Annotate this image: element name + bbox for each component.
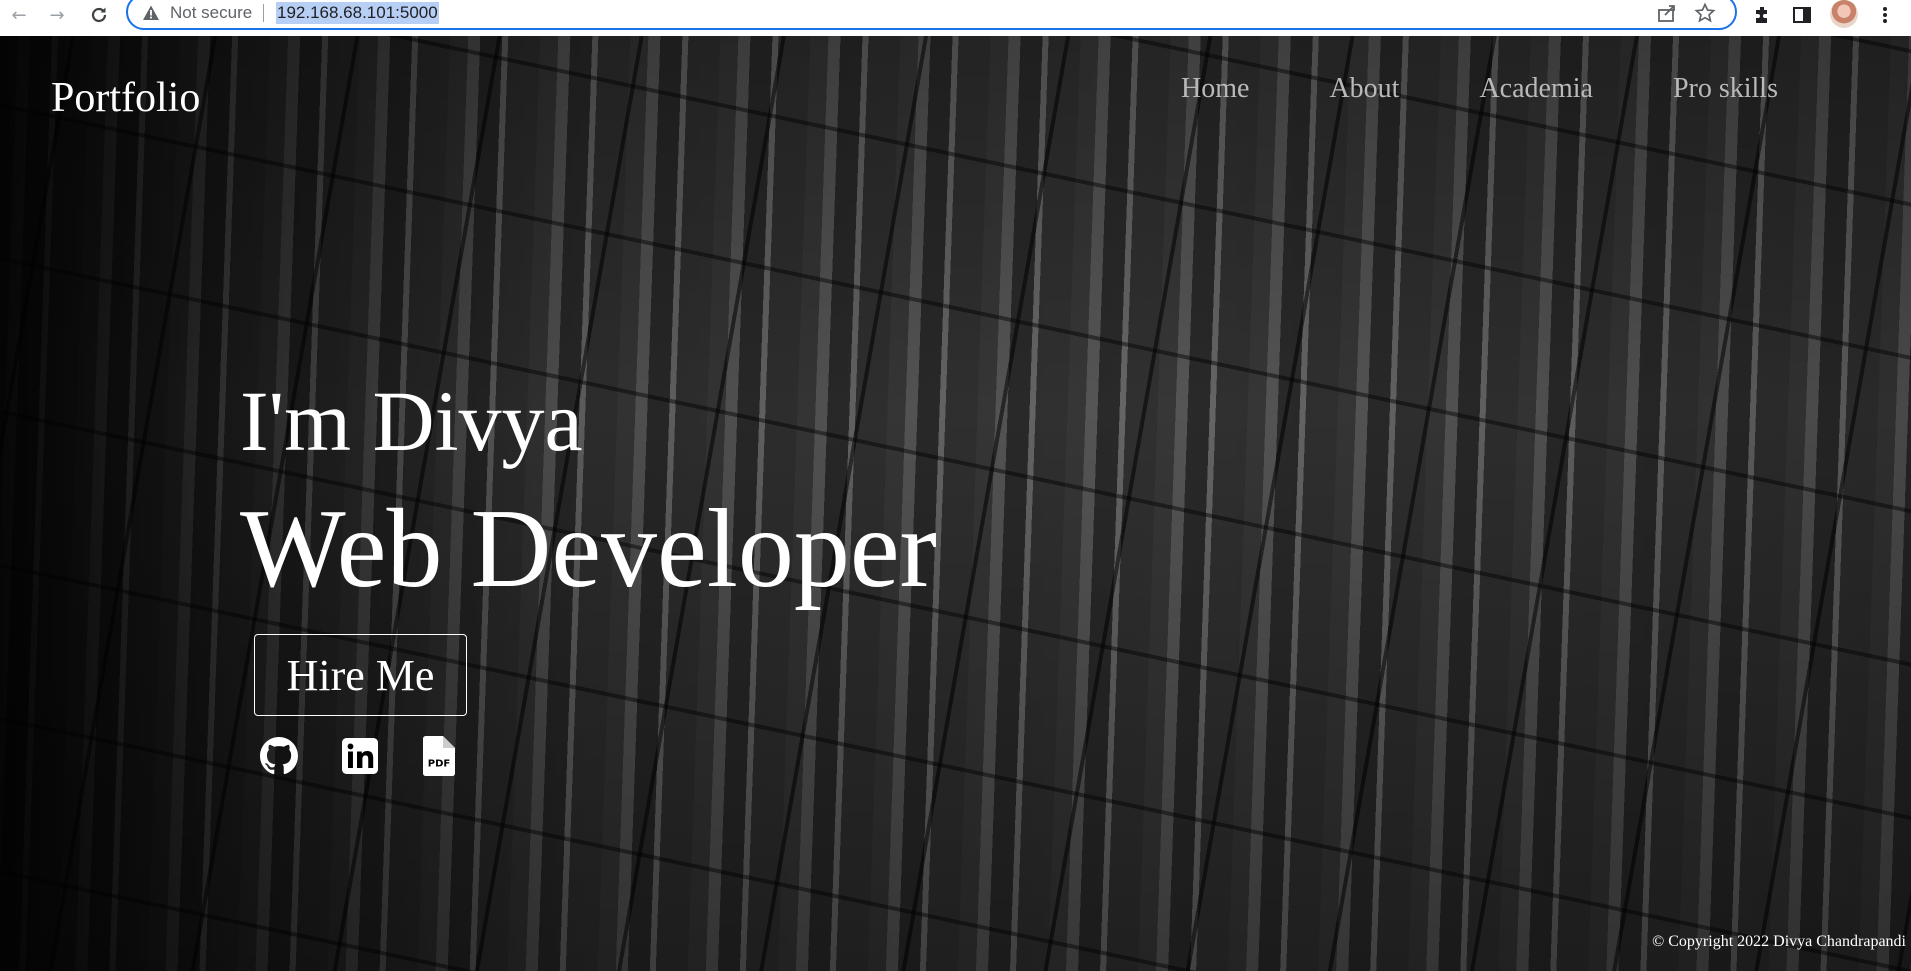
star-icon[interactable] bbox=[1694, 2, 1716, 24]
site-brand[interactable]: Portfolio bbox=[51, 74, 200, 122]
linkedin-icon[interactable] bbox=[339, 735, 381, 777]
browser-toolbar: ← → Not secure 192.168.68.101:5000 bbox=[0, 0, 1911, 36]
menu-icon[interactable] bbox=[1872, 2, 1898, 28]
hero-section: Portfolio Home About Academia Pro skills… bbox=[0, 36, 1911, 971]
security-label[interactable]: Not secure bbox=[170, 2, 252, 24]
hero-intro: I'm Divya bbox=[240, 373, 583, 469]
share-icon[interactable] bbox=[1656, 2, 1678, 24]
copyright-text: © Copyright 2022 Divya Chandrapandi bbox=[1652, 933, 1906, 950]
extensions-icon[interactable] bbox=[1750, 2, 1776, 28]
svg-text:PDF: PDF bbox=[428, 759, 450, 770]
hero-role: Web Developer bbox=[240, 487, 937, 611]
address-bar[interactable]: Not secure 192.168.68.101:5000 bbox=[126, 0, 1737, 30]
nav-about[interactable]: About bbox=[1329, 73, 1399, 105]
forward-icon[interactable]: → bbox=[44, 2, 70, 28]
pdf-icon[interactable]: PDF bbox=[418, 735, 460, 777]
main-nav: Home About Academia Pro skills bbox=[1181, 73, 1858, 105]
nav-home[interactable]: Home bbox=[1181, 73, 1249, 105]
nav-pro-skills[interactable]: Pro skills bbox=[1673, 73, 1778, 105]
side-panel-icon[interactable] bbox=[1789, 2, 1815, 28]
nav-academia[interactable]: Academia bbox=[1479, 73, 1593, 105]
reload-icon[interactable] bbox=[86, 2, 112, 28]
github-icon[interactable] bbox=[258, 735, 300, 777]
back-icon[interactable]: ← bbox=[6, 2, 32, 28]
hire-me-button[interactable]: Hire Me bbox=[254, 634, 467, 716]
profile-avatar[interactable] bbox=[1830, 0, 1858, 28]
separator bbox=[263, 4, 264, 22]
url-text[interactable]: 192.168.68.101:5000 bbox=[276, 2, 439, 24]
warning-icon[interactable] bbox=[142, 4, 160, 22]
